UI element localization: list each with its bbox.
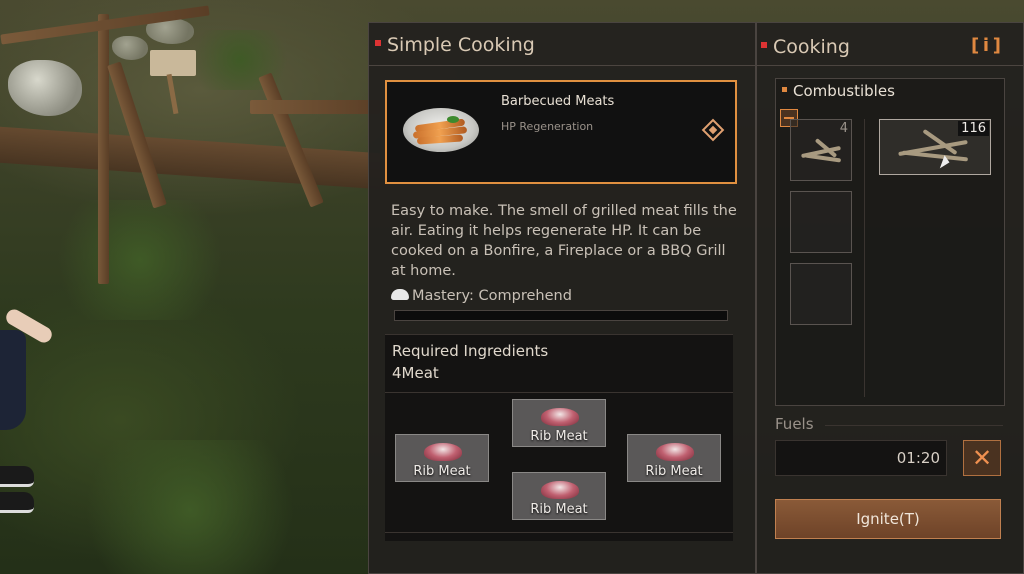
fence-rail	[250, 100, 380, 114]
panel-title: Simple Cooking	[375, 34, 535, 56]
ingredient-slot[interactable]: Rib Meat	[512, 399, 606, 447]
fuel-slot-empty[interactable]	[790, 263, 852, 325]
selected-recipe-card[interactable]: Barbecued Meats HP Regeneration	[385, 80, 737, 184]
character-shoe	[0, 466, 34, 487]
divider	[864, 119, 865, 397]
rib-meat-icon	[541, 408, 579, 426]
ingredient-slot[interactable]: Rib Meat	[512, 472, 606, 520]
info-button[interactable]: i	[971, 35, 1001, 57]
ingredient-slot[interactable]: Rib Meat	[395, 434, 489, 482]
firewood-count: 116	[958, 121, 989, 136]
recipe-effect: HP Regeneration	[501, 120, 594, 133]
divider	[369, 65, 755, 66]
mastery-progress-bar	[394, 310, 728, 321]
combustibles-header: Combustibles	[782, 82, 895, 100]
divider	[825, 425, 1003, 426]
ingredient-slot[interactable]: Rib Meat	[627, 434, 721, 482]
ignite-button[interactable]: Ignite(T)	[775, 499, 1001, 539]
recipe-name: Barbecued Meats	[501, 94, 615, 109]
rib-meat-icon	[541, 481, 579, 499]
character-shoe	[0, 492, 34, 513]
rock	[112, 36, 148, 60]
cancel-fuel-button[interactable]: ✕	[963, 440, 1001, 476]
divider	[757, 65, 1023, 66]
mastery-row: Mastery: Comprehend	[391, 288, 572, 304]
ingredients-count: 4Meat	[392, 364, 439, 382]
rock	[8, 60, 82, 116]
title-marker	[761, 41, 767, 48]
wooden-sign	[150, 50, 196, 76]
firewood-inventory-slot[interactable]: 116	[879, 119, 991, 175]
combustibles-section: Combustibles 4 116	[775, 78, 1005, 406]
divider	[385, 392, 733, 393]
firewood-icon	[901, 150, 969, 162]
ingredient-label: Rib Meat	[530, 502, 588, 517]
grass-patch	[40, 200, 240, 320]
required-ingredients-section: Required Ingredients 4Meat Rib Meat Rib …	[385, 334, 733, 541]
section-marker	[782, 87, 787, 92]
herb-garnish	[447, 116, 459, 123]
fuel-time-display: 01:20	[775, 440, 947, 476]
mastery-label: Mastery: Comprehend	[412, 288, 572, 304]
cooking-panel: Cooking i Combustibles 4 116 Fuels 01:20…	[756, 22, 1024, 574]
ingredient-label: Rib Meat	[645, 464, 703, 479]
fuel-slot-filled[interactable]: 4	[790, 119, 852, 181]
panel-title: Cooking	[761, 36, 850, 58]
recipe-details-diamond-icon[interactable]	[701, 118, 725, 142]
rib-meat-icon	[424, 443, 462, 461]
ingredients-title: Required Ingredients	[392, 342, 549, 360]
character-body	[0, 330, 26, 430]
sign-pole	[166, 73, 179, 115]
ingredient-label: Rib Meat	[530, 429, 588, 444]
ingredient-label: Rib Meat	[413, 464, 471, 479]
divider	[385, 532, 733, 533]
fence-post	[98, 14, 109, 284]
recipe-description: Easy to make. The smell of grilled meat …	[391, 203, 737, 279]
grass-patch	[60, 440, 320, 574]
rib-meat-icon	[656, 443, 694, 461]
barbecued-meats-icon	[403, 108, 479, 152]
grass-patch	[180, 30, 300, 90]
cooking-title: Cooking	[773, 36, 850, 58]
fuel-slot-count: 4	[839, 121, 848, 136]
fuels-label: Fuels	[775, 415, 814, 433]
title-marker	[375, 39, 381, 46]
simple-cooking-title: Simple Cooking	[387, 34, 535, 56]
combustibles-title: Combustibles	[793, 82, 895, 100]
dirt-path	[0, 126, 380, 190]
simple-cooking-panel: Simple Cooking Barbecued Meats HP Regene…	[368, 22, 756, 574]
fuel-slot-empty[interactable]	[790, 191, 852, 253]
chef-hat-icon	[391, 288, 409, 300]
fence-post	[258, 72, 324, 208]
